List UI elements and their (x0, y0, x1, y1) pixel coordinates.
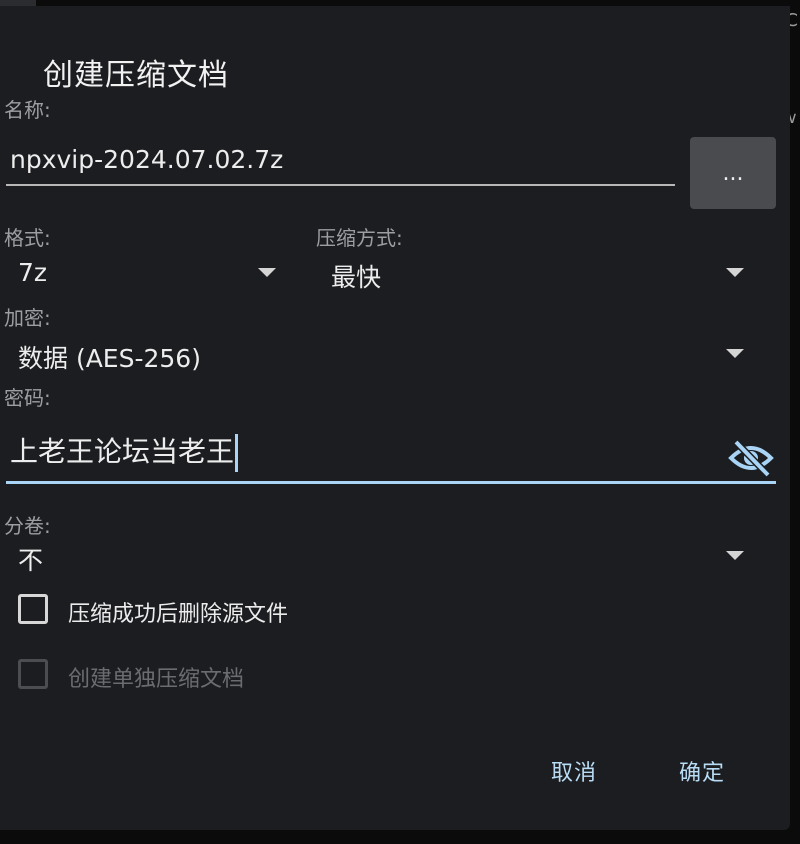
chevron-down-icon (726, 268, 744, 277)
encryption-value: 数据 (AES-256) (18, 344, 201, 373)
compression-value: 最快 (331, 263, 382, 292)
archive-name-underline (6, 184, 675, 186)
separate-archives-checkbox (18, 659, 48, 689)
password-underline (6, 481, 776, 484)
chevron-down-icon (726, 551, 744, 560)
cancel-button[interactable]: 取消 (551, 755, 597, 787)
format-label: 格式: (4, 226, 51, 250)
eye-off-icon[interactable] (728, 438, 774, 478)
name-label: 名称: (4, 98, 51, 122)
compression-label: 压缩方式: (316, 226, 403, 250)
password-label: 密码: (4, 386, 51, 410)
archive-name-input[interactable]: npxvip-2024.07.02.7z (10, 145, 283, 174)
encryption-label: 加密: (4, 306, 51, 330)
ok-button[interactable]: 确定 (679, 755, 725, 787)
delete-source-checkbox[interactable] (18, 594, 48, 624)
dialog-title: 创建压缩文档 (43, 58, 229, 93)
delete-source-label[interactable]: 压缩成功后删除源文件 (68, 596, 288, 628)
chevron-down-icon (258, 268, 276, 277)
volumes-value: 不 (18, 546, 44, 575)
password-input[interactable]: 上老王论坛当老王 (10, 430, 239, 472)
text-cursor (235, 434, 239, 472)
separate-archives-label: 创建单独压缩文档 (68, 667, 245, 692)
volumes-label: 分卷: (4, 514, 51, 538)
password-text: 上老王论坛当老王 (10, 435, 235, 468)
format-value: 7z (18, 258, 48, 287)
chevron-down-icon (726, 349, 744, 358)
browse-button[interactable]: ... (690, 137, 776, 209)
create-archive-dialog: 创建压缩文档 名称: npxvip-2024.07.02.7z ... 格式: … (0, 6, 790, 830)
